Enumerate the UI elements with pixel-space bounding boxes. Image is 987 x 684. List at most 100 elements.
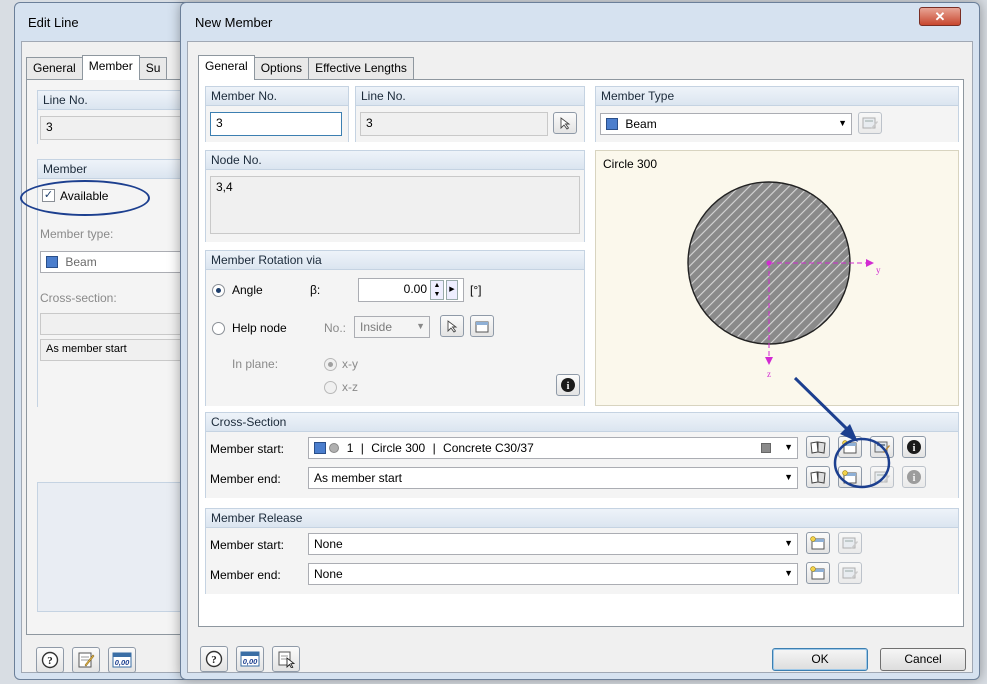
beta-label: β: <box>310 283 321 297</box>
edit-icon <box>874 471 890 483</box>
units-button[interactable]: 0,00 <box>236 646 264 672</box>
edit-icon <box>842 537 858 549</box>
close-button[interactable]: ✕ <box>919 7 961 26</box>
release-end-edit-button[interactable] <box>838 562 862 584</box>
new-member-window: New Member ✕ General Options Effective L… <box>180 2 980 680</box>
in-plane-label: In plane: <box>232 357 279 371</box>
help-node-select[interactable]: Inside ▼ <box>354 316 430 338</box>
tab-general[interactable]: General <box>198 55 255 80</box>
chevron-down-icon: ▼ <box>838 118 847 128</box>
node-no-group: Node No. 3,4 <box>205 150 585 242</box>
cs-end-info-button[interactable]: i <box>902 466 926 488</box>
units-button[interactable]: 0,00 <box>108 647 136 673</box>
node-no-field[interactable]: 3,4 <box>210 176 580 234</box>
member-color-swatch <box>46 256 58 268</box>
ok-button[interactable]: OK <box>772 648 868 671</box>
cs-start-material: Concrete C30/37 <box>443 441 534 455</box>
cs-start-select[interactable]: 1 | Circle 300 | Concrete C30/37 ▼ <box>308 437 798 459</box>
svg-text:0,00: 0,00 <box>115 658 130 667</box>
circle-section-drawing: y z <box>687 181 881 379</box>
member-type-group: Member Type Beam ▼ <box>595 86 959 142</box>
release-end-new-button[interactable] <box>806 562 830 584</box>
new-node-button[interactable] <box>470 315 494 337</box>
member-rotation-group: Member Rotation via Angle β: 0.00 ▲ ▼ ▶ [… <box>205 250 585 406</box>
edit-button[interactable] <box>72 647 100 673</box>
chevron-down-icon: ▼ <box>784 538 793 548</box>
member-release-group: Member Release Member start: None ▼ Memb… <box>205 508 959 594</box>
release-start-edit-button[interactable] <box>838 532 862 554</box>
tab-support[interactable]: Su <box>138 57 168 79</box>
tab-general[interactable]: General <box>26 57 83 79</box>
release-start-value: None <box>314 537 343 551</box>
member-color-swatch <box>314 442 326 454</box>
cs-end-new-button[interactable] <box>838 466 862 488</box>
angle-radio[interactable] <box>212 284 225 297</box>
new-item-icon <box>842 470 857 484</box>
plane-xz-label: x-z <box>342 380 358 394</box>
cross-section-label: Cross-section: <box>40 291 117 305</box>
line-no-label: Line No. <box>356 87 584 106</box>
library-icon <box>810 441 826 454</box>
release-end-select[interactable]: None ▼ <box>308 563 798 585</box>
axis-y-label: y <box>876 265 881 275</box>
plane-xy-label: x-y <box>342 357 358 371</box>
tab-options[interactable]: Options <box>253 57 310 79</box>
new-member-tabs: General Options Effective Lengths <box>198 54 414 80</box>
member-no-group: Member No. 3 <box>205 86 349 142</box>
edit-line-tabs: General Member Su <box>26 54 168 80</box>
new-member-client: General Options Effective Lengths Member… <box>187 41 973 673</box>
angle-label: Angle <box>232 283 263 297</box>
member-type-select[interactable]: Beam ▼ <box>600 113 852 135</box>
cs-start-label: Member start: <box>210 442 285 456</box>
cs-edit-button[interactable] <box>870 436 894 458</box>
info-icon: i <box>907 440 921 454</box>
new-item-icon <box>810 536 825 550</box>
new-item-icon <box>842 440 857 454</box>
select-in-graphic-button[interactable] <box>272 646 300 672</box>
tab-effective-lengths[interactable]: Effective Lengths <box>308 57 414 79</box>
new-item-icon <box>475 321 489 333</box>
beta-value: 0.00 <box>403 282 427 296</box>
svg-text:?: ? <box>47 655 53 667</box>
help-button[interactable]: ? <box>200 646 228 672</box>
node-no-label: Node No. <box>206 151 584 170</box>
help-button[interactable]: ? <box>36 647 64 673</box>
help-node-value: Inside <box>360 320 393 334</box>
cs-end-library-button[interactable] <box>806 466 830 488</box>
beta-spinner[interactable]: ▲ ▼ <box>430 280 444 300</box>
pick-node-button[interactable] <box>440 315 464 337</box>
edit-icon <box>862 117 878 129</box>
no-label: No.: <box>324 321 347 335</box>
plane-xz-radio[interactable] <box>324 381 337 394</box>
line-no-field[interactable]: 3 <box>360 112 548 136</box>
plane-xy-radio[interactable] <box>324 358 337 371</box>
cancel-button[interactable]: Cancel <box>880 648 966 671</box>
material-swatch <box>761 443 771 453</box>
cs-end-select[interactable]: As member start ▼ <box>308 467 798 489</box>
release-start-new-button[interactable] <box>806 532 830 554</box>
member-type-value: Beam <box>625 117 657 131</box>
cs-library-button[interactable] <box>806 436 830 458</box>
section-preview: Circle 300 y z <box>595 150 959 406</box>
beta-step-button[interactable]: ▶ <box>446 280 458 300</box>
highlight-ellipse-available <box>20 180 150 216</box>
edit-member-type-button[interactable] <box>858 112 882 134</box>
svg-text:i: i <box>913 443 916 454</box>
decimal-places-icon: 0,00 <box>112 652 132 668</box>
cs-end-edit-button[interactable] <box>870 466 894 488</box>
cs-start-name: Circle 300 <box>371 441 426 455</box>
member-no-input[interactable]: 3 <box>210 112 342 136</box>
cs-info-button[interactable]: i <box>902 436 926 458</box>
tab-member[interactable]: Member <box>81 55 140 80</box>
info-button[interactable]: i <box>556 374 580 396</box>
cs-start-no: 1 <box>346 441 354 455</box>
member-rotation-label: Member Rotation via <box>206 251 584 270</box>
edit-icon <box>842 567 858 579</box>
member-no-label: Member No. <box>206 87 348 106</box>
cs-new-button[interactable] <box>838 436 862 458</box>
general-panel: Member No. 3 Line No. 3 Member Type Beam… <box>198 79 964 627</box>
line-no-group: Line No. 3 <box>355 86 585 142</box>
pick-line-button[interactable] <box>553 112 577 134</box>
release-start-select[interactable]: None ▼ <box>308 533 798 555</box>
help-node-radio[interactable] <box>212 322 225 335</box>
